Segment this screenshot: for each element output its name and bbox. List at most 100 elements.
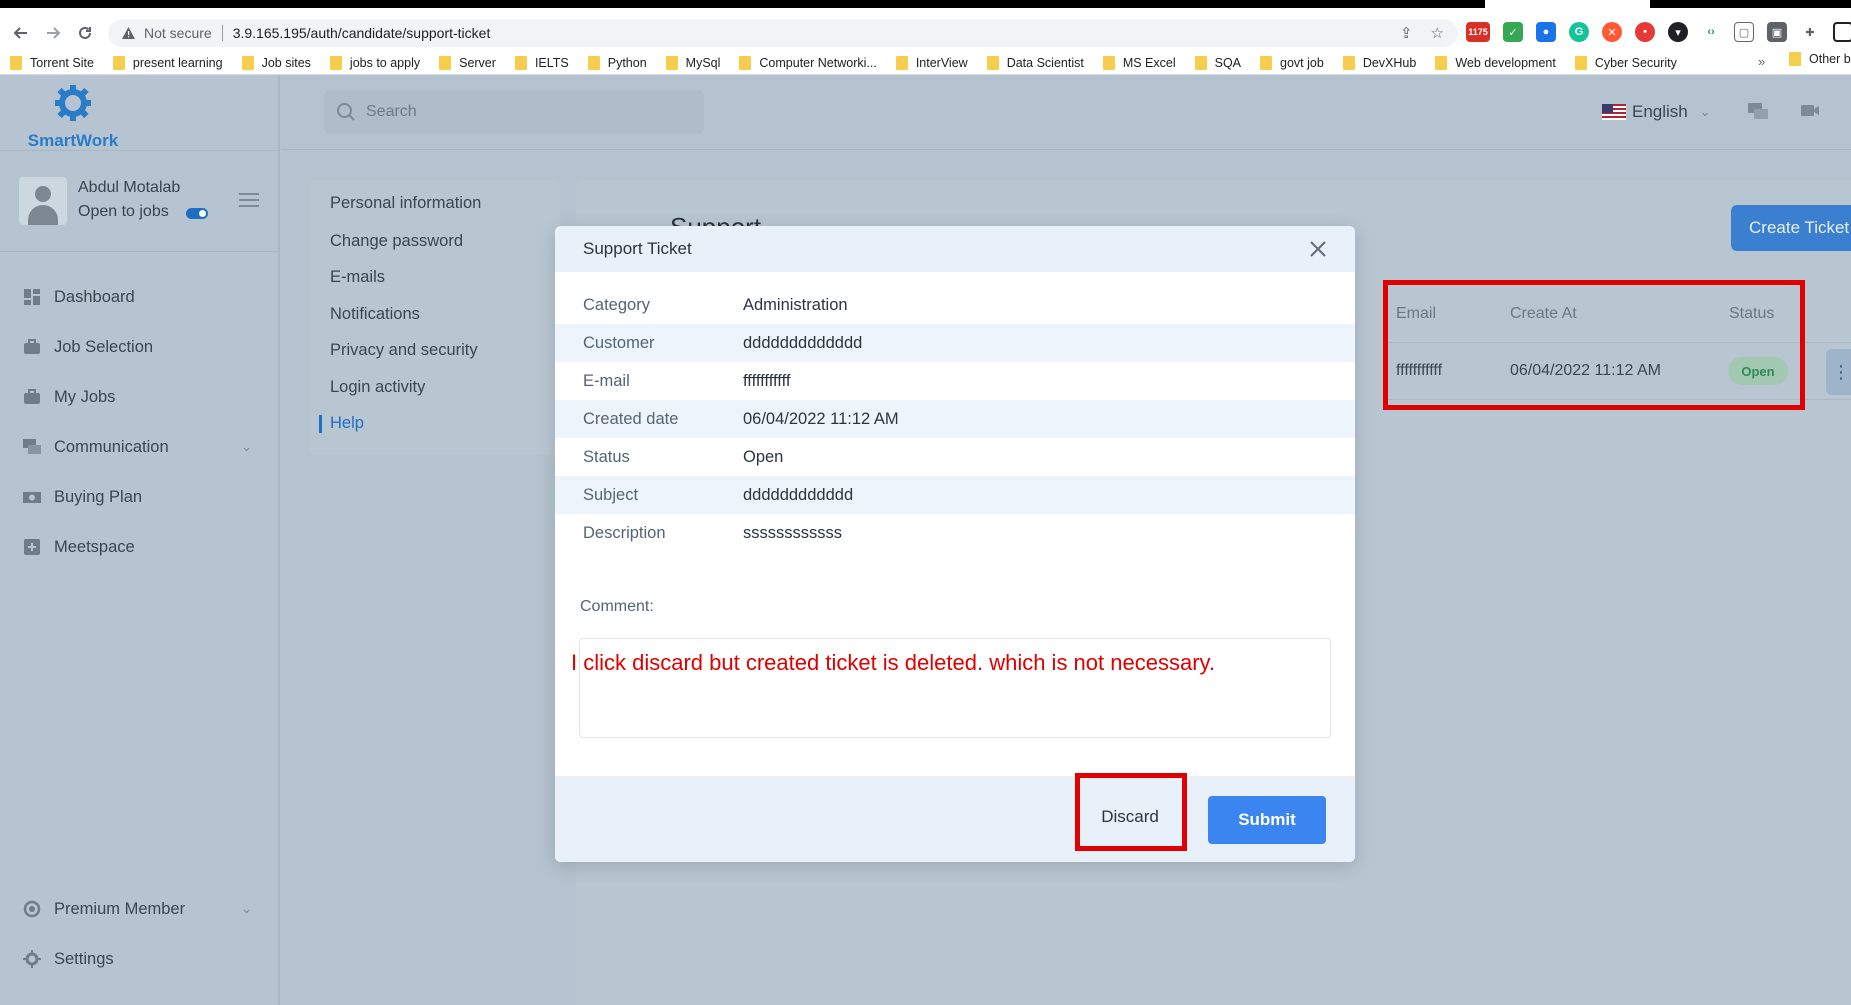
sidebar-item-meetspace[interactable]: Meetspace <box>22 532 252 562</box>
star-icon[interactable]: ☆ <box>1431 24 1444 42</box>
settings-item-notifications[interactable]: Notifications <box>330 305 420 324</box>
folder-icon <box>10 56 22 70</box>
video-call-icon[interactable] <box>1800 102 1820 123</box>
bookmark[interactable]: Server <box>439 52 496 74</box>
detail-row: Customer ddddddddddddd <box>555 324 1355 362</box>
sidebar-item-job-selection[interactable]: Job Selection <box>22 332 252 362</box>
messages-icon[interactable] <box>1747 102 1769 127</box>
sidebar-item-settings[interactable]: Settings <box>22 944 252 974</box>
bookmark[interactable]: Job sites <box>241 52 311 74</box>
user-status: Open to jobs <box>78 203 169 220</box>
folder-icon <box>1194 56 1207 70</box>
sidebar-item-label: Buying Plan <box>54 487 143 506</box>
bookmark[interactable]: Computer Networki... <box>739 52 877 74</box>
folder-icon <box>439 56 452 70</box>
bookmarks-bar: Torrent Site present learning Job sites … <box>10 52 1696 74</box>
settings-item-change-password[interactable]: Change password <box>330 232 463 251</box>
chevron-down-icon[interactable]: ⌄ <box>241 901 252 917</box>
sidebar-item-label: Communication <box>54 437 169 456</box>
bookmark[interactable]: DevXHub <box>1342 52 1416 74</box>
create-ticket-button[interactable]: Create Ticket <box>1731 205 1851 251</box>
detail-value: Administration <box>743 295 848 314</box>
language-selector[interactable]: English ⌄ <box>1602 102 1711 122</box>
bookmark[interactable]: Cyber Security <box>1574 52 1677 74</box>
not-secure-label: Not secure <box>144 25 212 41</box>
open-to-jobs-toggle[interactable] <box>186 208 208 219</box>
bookmarks-overflow-button[interactable]: » <box>1758 54 1765 69</box>
sidebar-item-label: Settings <box>54 949 114 968</box>
other-bookmarks[interactable]: Other b <box>1789 52 1851 66</box>
folder-icon <box>986 56 999 70</box>
detail-label: Category <box>583 295 650 314</box>
settings-item-privacy-security[interactable]: Privacy and security <box>330 341 478 360</box>
profile-extension-icon[interactable]: ▣ <box>1767 22 1787 42</box>
address-bar[interactable]: Not secure 3.9.165.195/auth/candidate/su… <box>108 19 1458 47</box>
support-ticket-modal: Support Ticket Category Administration C… <box>555 226 1355 862</box>
annotation-highlight-table <box>1383 280 1805 410</box>
settings-item-personal-information[interactable]: Personal information <box>330 194 481 213</box>
sidebar-item-premium-member[interactable]: Premium Member ⌄ <box>22 894 252 924</box>
settings-menu-panel: Personal information Change password E-m… <box>310 180 560 455</box>
settings-item-help[interactable]: Help <box>330 414 364 433</box>
code-extension-icon[interactable]: ‹› <box>1701 22 1721 42</box>
bookmark[interactable]: SQA <box>1194 52 1241 74</box>
reload-icon[interactable] <box>72 20 98 46</box>
bookmark[interactable]: Web development <box>1435 52 1556 74</box>
forward-icon[interactable] <box>40 20 66 46</box>
bookmark[interactable]: MySql <box>665 52 720 74</box>
chevron-down-icon[interactable]: ⌄ <box>241 439 252 455</box>
folder-icon <box>241 56 254 70</box>
bookmark[interactable]: Torrent Site <box>10 52 94 74</box>
sidebar-item-my-jobs[interactable]: My Jobs <box>22 382 252 412</box>
window-top-strip <box>0 0 1851 8</box>
hamburger-menu-icon[interactable] <box>239 193 259 211</box>
bookmark[interactable]: MS Excel <box>1102 52 1176 74</box>
back-icon[interactable] <box>8 20 34 46</box>
bookmark[interactable]: present learning <box>112 52 223 74</box>
detail-label: Created date <box>583 409 679 428</box>
sidebar-item-buying-plan[interactable]: Buying Plan <box>22 482 252 512</box>
smartwork-logo[interactable]: SmartWork <box>18 83 128 151</box>
close-icon[interactable] <box>1307 238 1329 260</box>
bookmark[interactable]: Python <box>587 52 647 74</box>
modal-title: Support Ticket <box>583 239 692 258</box>
folder-icon <box>112 56 125 70</box>
drop-extension-icon[interactable]: ● <box>1536 22 1556 42</box>
app-sidebar: SmartWork Abdul Motalab Open to jobs Das… <box>0 75 280 1005</box>
bookmark[interactable]: govt job <box>1260 52 1324 74</box>
bookmark[interactable]: jobs to apply <box>329 52 420 74</box>
grammarly-icon[interactable]: G <box>1569 22 1589 42</box>
bookmark[interactable]: InterView <box>895 52 968 74</box>
search-input[interactable] <box>366 103 666 121</box>
settings-item-login-activity[interactable]: Login activity <box>330 378 425 397</box>
puzzle-icon[interactable]: ✚ <box>1800 22 1820 42</box>
screenshot-icon[interactable]: ▢ <box>1734 22 1754 42</box>
sidebar-item-communication[interactable]: Communication ⌄ <box>22 432 252 462</box>
submit-button[interactable]: Submit <box>1208 796 1326 844</box>
search-bar[interactable] <box>324 90 704 134</box>
bookmark[interactable]: IELTS <box>514 52 569 74</box>
folder-icon <box>665 56 678 70</box>
badge-icon <box>22 900 42 918</box>
extension-x-icon[interactable]: ✕ <box>1602 22 1622 42</box>
sidebar-item-dashboard[interactable]: Dashboard <box>22 282 252 312</box>
extension-red-icon[interactable]: • <box>1635 22 1655 42</box>
mouse-extension-icon[interactable]: ▾ <box>1668 22 1688 42</box>
sidepanel-icon[interactable] <box>1833 22 1851 42</box>
detail-label: Customer <box>583 333 655 352</box>
row-actions-menu-icon[interactable]: ⋮ <box>1826 349 1851 395</box>
browser-toolbar: Not secure 3.9.165.195/auth/candidate/su… <box>0 8 1851 75</box>
bookmark[interactable]: Data Scientist <box>986 52 1084 74</box>
app-header: English ⌄ <box>282 75 1851 150</box>
shield-extension-icon[interactable]: ✓ <box>1503 22 1523 42</box>
folder-icon <box>514 56 527 70</box>
share-icon[interactable]: ⇪ <box>1400 24 1413 42</box>
detail-row: E-mail fffffffffff <box>555 362 1355 400</box>
settings-item-emails[interactable]: E-mails <box>330 268 385 287</box>
chat-icon <box>22 438 42 456</box>
cash-icon <box>22 488 42 506</box>
detail-row: Description ssssssssssss <box>555 514 1355 552</box>
gmail-extension-icon[interactable]: 1175 <box>1466 22 1490 42</box>
url-text[interactable]: 3.9.165.195/auth/candidate/support-ticke… <box>233 25 491 41</box>
user-profile[interactable]: Abdul Motalab Open to jobs <box>19 175 269 227</box>
